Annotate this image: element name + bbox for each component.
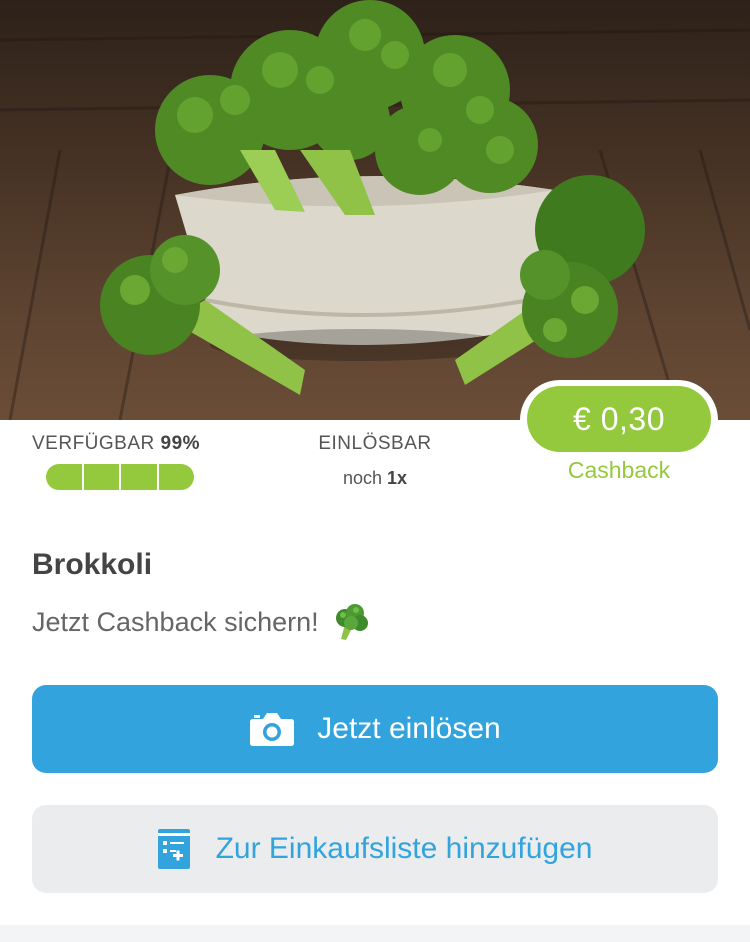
shopping-list-add-icon <box>157 829 190 869</box>
broccoli-bowl-photo <box>0 0 750 420</box>
progress-segment <box>159 464 195 490</box>
progress-segment <box>121 464 159 490</box>
cashback-amount-badge: € 0,30 <box>527 386 711 452</box>
broccoli-icon <box>335 604 368 640</box>
availability-info: VERFÜGBAR 99% <box>32 433 200 455</box>
product-subtitle: Jetzt Cashback sichern! <box>32 606 319 637</box>
cashback-amount: € 0,30 <box>573 400 665 437</box>
product-subtitle-row: Jetzt Cashback sichern! <box>32 602 371 642</box>
availability-label: VERFÜGBAR <box>32 433 155 454</box>
redeemable-count-info: noch 1x <box>310 468 440 489</box>
product-title: Brokkoli <box>32 548 153 581</box>
availability-percent: 99% <box>160 433 201 454</box>
redeem-button-label: Jetzt einlösen <box>317 712 501 745</box>
bottom-separator <box>0 925 750 942</box>
progress-segment <box>46 464 84 490</box>
cashback-label: Cashback <box>567 457 671 483</box>
product-hero-image <box>0 0 750 420</box>
redeemable-prefix: noch <box>342 468 382 488</box>
redeemable-label: EINLÖSBAR <box>318 433 432 454</box>
add-to-shopping-list-button[interactable]: Zur Einkaufsliste hinzufügen <box>32 805 718 893</box>
redeem-button[interactable]: Jetzt einlösen <box>32 685 718 773</box>
progress-segment <box>84 464 121 490</box>
availability-progress-bar <box>46 464 194 490</box>
camera-icon <box>250 713 295 746</box>
add-to-shopping-list-label: Zur Einkaufsliste hinzufügen <box>215 832 593 865</box>
redeemable-count: 1x <box>387 468 408 488</box>
